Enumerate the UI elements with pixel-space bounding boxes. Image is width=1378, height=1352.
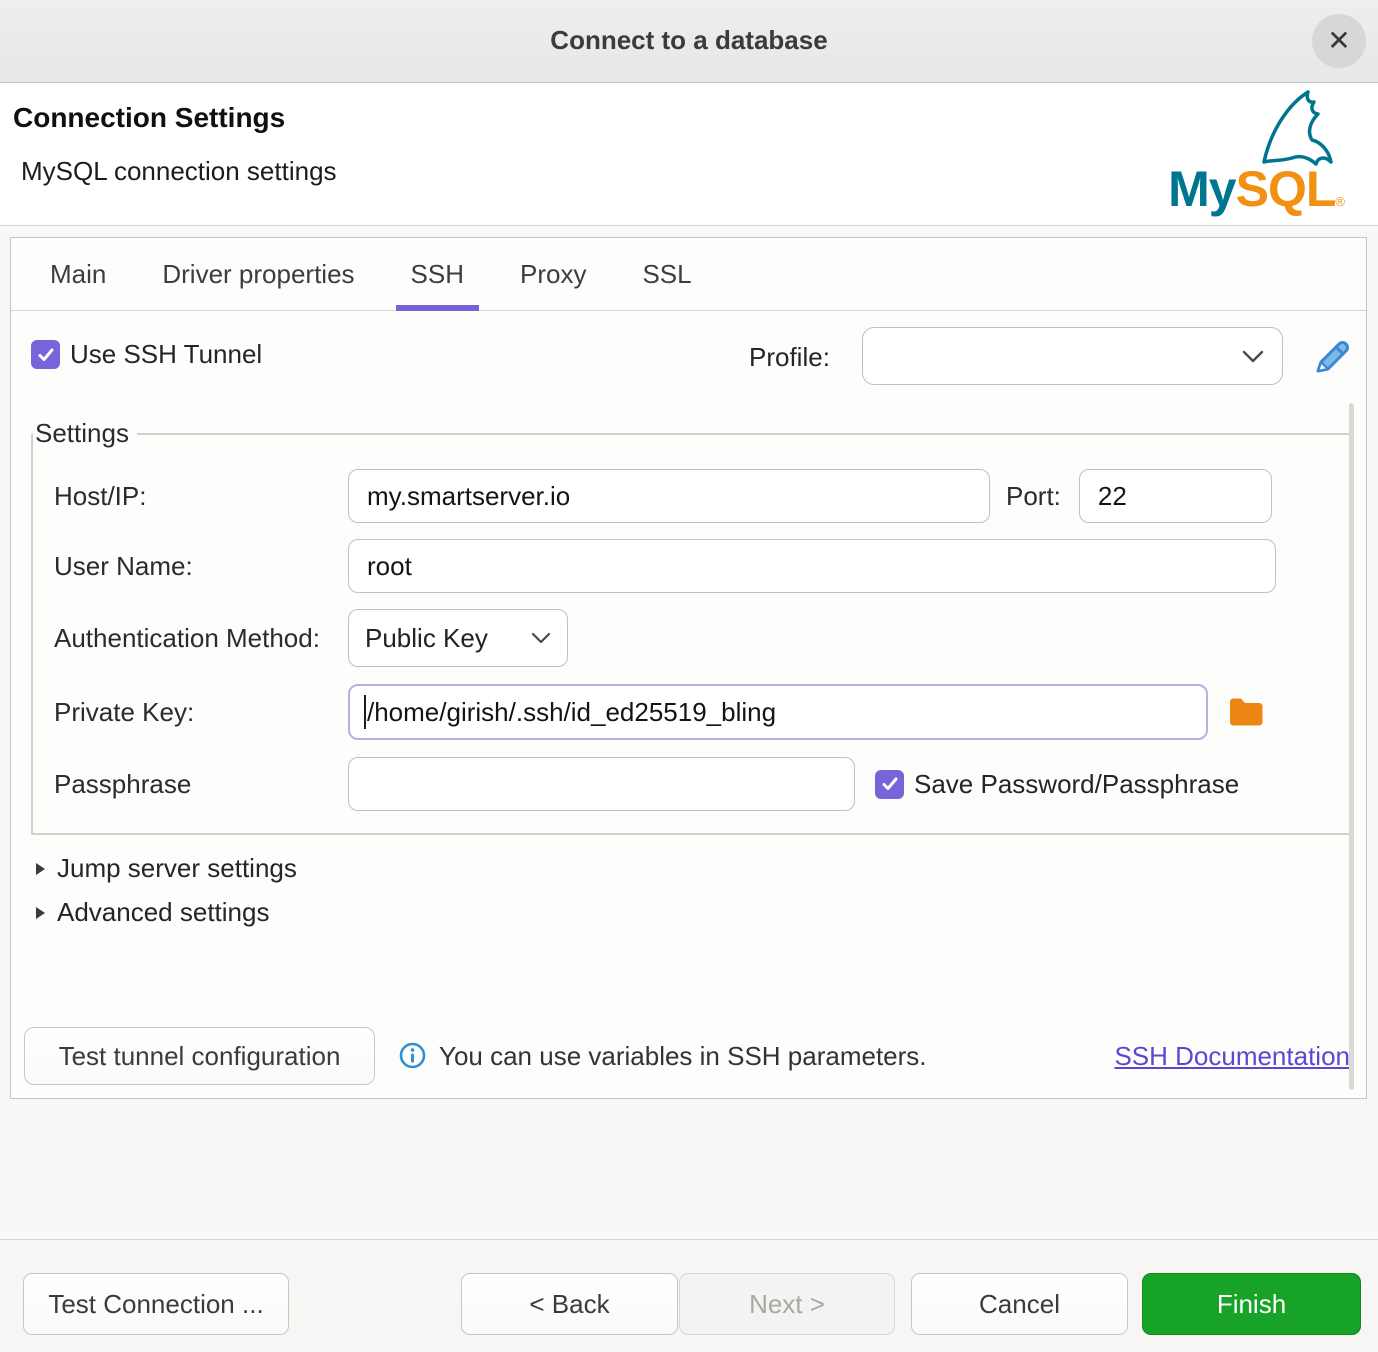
chevron-down-icon xyxy=(1242,350,1264,363)
dialog-titlebar: Connect to a database ✕ xyxy=(0,0,1378,83)
collapsed-arrow-icon xyxy=(36,863,45,875)
username-input[interactable] xyxy=(348,539,1276,593)
cancel-button[interactable]: Cancel xyxy=(911,1273,1128,1335)
vertical-scrollbar[interactable] xyxy=(1349,403,1354,1090)
tabbar: Main Driver properties SSH Proxy SSL xyxy=(11,238,1366,311)
username-label: User Name: xyxy=(11,551,348,582)
tab-main[interactable]: Main xyxy=(35,238,121,310)
use-ssh-tunnel-checkbox[interactable] xyxy=(31,340,60,369)
advanced-settings-label: Advanced settings xyxy=(57,897,269,928)
close-icon: ✕ xyxy=(1327,27,1350,55)
auth-method-value: Public Key xyxy=(365,623,488,654)
check-icon xyxy=(37,347,55,363)
save-password-checkbox[interactable] xyxy=(875,770,904,799)
jump-server-expander[interactable]: Jump server settings xyxy=(36,853,297,884)
profile-label: Profile: xyxy=(749,342,830,373)
page-subtitle: MySQL connection settings xyxy=(21,156,337,187)
tab-driver-properties[interactable]: Driver properties xyxy=(147,238,369,310)
next-button[interactable]: Next > xyxy=(679,1273,895,1335)
test-connection-button[interactable]: Test Connection ... xyxy=(23,1273,289,1335)
back-button[interactable]: < Back xyxy=(461,1273,678,1335)
use-ssh-tunnel-label: Use SSH Tunnel xyxy=(70,339,262,370)
dialog-footer: Test Connection ... < Back Next > Cancel… xyxy=(0,1239,1378,1352)
host-input[interactable] xyxy=(348,469,990,523)
tab-ssh[interactable]: SSH xyxy=(396,238,479,310)
advanced-settings-expander[interactable]: Advanced settings xyxy=(36,897,269,928)
passphrase-label: Passphrase xyxy=(11,769,348,800)
finish-button[interactable]: Finish xyxy=(1142,1273,1361,1335)
info-icon xyxy=(399,1042,426,1069)
tab-proxy[interactable]: Proxy xyxy=(505,238,601,310)
mysql-wordmark: MySQL® xyxy=(1168,164,1344,214)
save-password-label: Save Password/Passphrase xyxy=(914,769,1239,800)
test-tunnel-configuration-button[interactable]: Test tunnel configuration xyxy=(24,1027,375,1085)
edit-profiles-pencil-icon[interactable] xyxy=(1311,336,1353,378)
private-key-value: /home/girish/.ssh/id_ed25519_bling xyxy=(367,697,776,728)
ssh-variables-hint: You can use variables in SSH parameters. xyxy=(439,1041,927,1072)
browse-folder-icon[interactable] xyxy=(1228,695,1264,729)
settings-group-legend: Settings xyxy=(33,418,137,449)
private-key-input[interactable]: /home/girish/.ssh/id_ed25519_bling xyxy=(348,684,1208,740)
port-label: Port: xyxy=(1006,481,1061,512)
private-key-label: Private Key: xyxy=(11,697,348,728)
connection-settings-panel: Main Driver properties SSH Proxy SSL Use… xyxy=(10,237,1367,1099)
text-caret xyxy=(364,695,366,729)
jump-server-label: Jump server settings xyxy=(57,853,297,884)
auth-method-select[interactable]: Public Key xyxy=(348,609,568,667)
close-button[interactable]: ✕ xyxy=(1312,14,1366,68)
port-input[interactable] xyxy=(1079,469,1272,523)
check-icon xyxy=(881,776,899,792)
tab-ssl[interactable]: SSL xyxy=(627,238,706,310)
collapsed-arrow-icon xyxy=(36,907,45,919)
chevron-down-icon xyxy=(531,632,551,644)
mysql-logo: MySQL® xyxy=(1154,86,1364,218)
auth-method-label: Authentication Method: xyxy=(11,623,348,654)
wizard-header: Connection Settings MySQL connection set… xyxy=(0,84,1378,226)
page-title: Connection Settings xyxy=(13,102,285,134)
profile-select[interactable] xyxy=(862,327,1283,385)
ssh-documentation-link[interactable]: SSH Documentation xyxy=(1114,1041,1350,1072)
dialog-title: Connect to a database xyxy=(0,0,1378,83)
passphrase-input[interactable] xyxy=(348,757,855,811)
host-label: Host/IP: xyxy=(11,481,348,512)
